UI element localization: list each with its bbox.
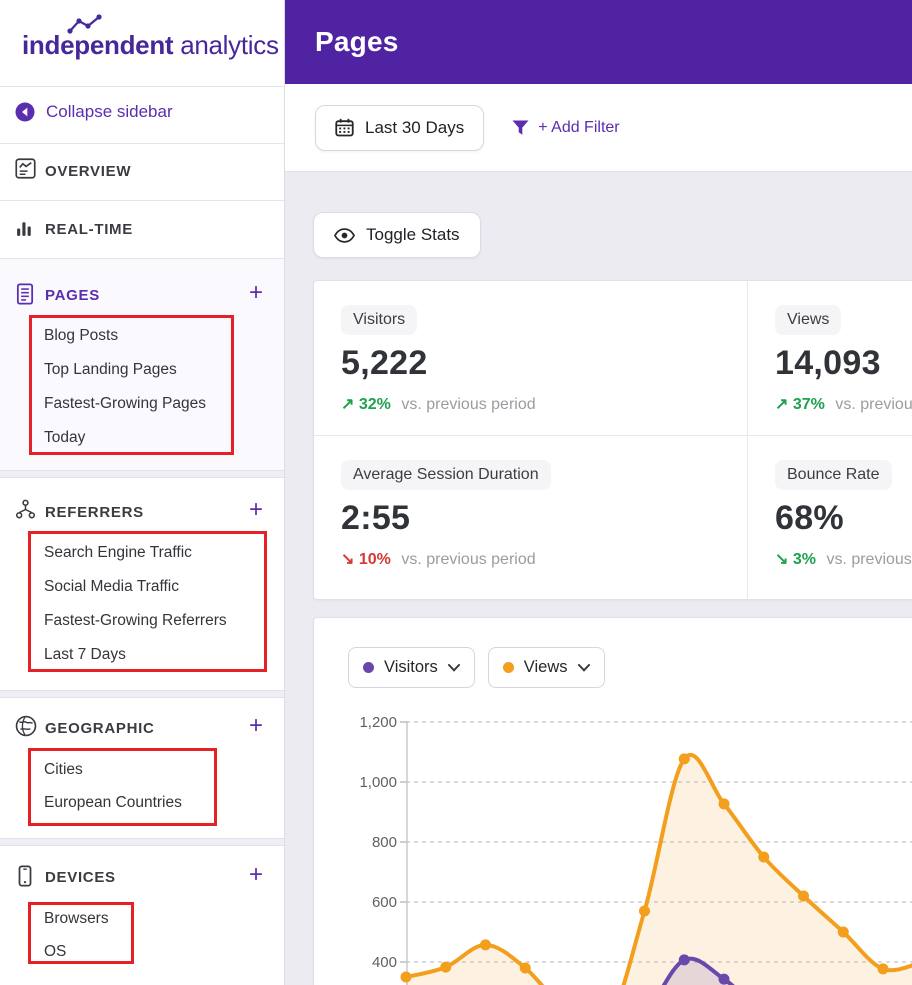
legend-visitors-dropdown[interactable]: Visitors	[348, 647, 475, 688]
sidebar-item-today[interactable]: Today	[44, 428, 85, 448]
sidebar-item-last-7-days[interactable]: Last 7 Days	[44, 645, 126, 665]
add-geographic-view-button[interactable]: +	[244, 714, 268, 738]
stat-card-bounce-rate: Bounce Rate 68% ↘ 3% vs. previous period	[748, 436, 912, 599]
add-pages-view-button[interactable]: +	[244, 281, 268, 305]
chevron-down-icon	[578, 664, 590, 672]
sidebar-item-overview[interactable]: OVERVIEW	[45, 163, 131, 180]
stat-value: 2:55	[341, 499, 747, 538]
stat-value: 68%	[775, 499, 912, 538]
stat-change: ↗ 32%	[341, 396, 391, 413]
sidebar-item-geographic[interactable]: GEOGRAPHIC	[45, 720, 155, 737]
add-filter-button[interactable]: + Add Filter	[512, 119, 619, 137]
sidebar-item-european-countries[interactable]: European Countries	[44, 793, 182, 813]
collapse-arrow-icon	[15, 102, 35, 122]
stat-compare: vs. previous period	[401, 551, 535, 568]
sidebar-item-fastest-growing-pages[interactable]: Fastest-Growing Pages	[44, 394, 206, 414]
stat-value: 14,093	[775, 344, 912, 383]
stat-card-visitors: Visitors 5,222 ↗ 32% vs. previous period	[314, 281, 748, 436]
logo-word-bold: independent	[22, 30, 173, 60]
stat-compare: vs. previous period	[826, 551, 912, 568]
trend-up-icon: ↗	[775, 396, 788, 413]
legend-views-label: Views	[524, 658, 568, 677]
sidebar-item-realtime[interactable]: REAL-TIME	[45, 221, 133, 238]
toggle-stats-button[interactable]: Toggle Stats	[313, 212, 481, 258]
svg-text:1,000: 1,000	[359, 774, 397, 791]
realtime-icon	[15, 217, 36, 238]
stat-card-views: Views 14,093 ↗ 37% vs. previous period	[748, 281, 912, 436]
date-range-label: Last 30 Days	[365, 118, 464, 138]
sidebar-item-os[interactable]: OS	[44, 942, 66, 962]
stat-change: ↘ 3%	[775, 551, 816, 568]
trend-down-icon: ↘	[775, 551, 788, 568]
geographic-icon	[15, 715, 37, 737]
collapse-sidebar-button[interactable]: Collapse sidebar	[15, 102, 173, 122]
trend-up-icon: ↗	[341, 396, 354, 413]
stat-compare: vs. previous period	[401, 396, 535, 413]
stat-change-row: ↘ 3% vs. previous period	[775, 549, 912, 569]
devices-icon	[15, 865, 35, 887]
stat-label: Views	[775, 305, 841, 335]
trend-down-icon: ↘	[341, 551, 354, 568]
stat-label: Bounce Rate	[775, 460, 892, 490]
stat-card-session-duration: Average Session Duration 2:55 ↘ 10% vs. …	[314, 436, 748, 599]
referrers-icon	[15, 499, 36, 520]
sidebar: independent analytics Collapse sidebar O…	[0, 0, 285, 985]
toggle-stats-label: Toggle Stats	[366, 225, 460, 245]
sidebar-item-browsers[interactable]: Browsers	[44, 909, 109, 929]
add-referrers-view-button[interactable]: +	[244, 498, 268, 522]
stats-panel: Visitors 5,222 ↗ 32% vs. previous period…	[313, 280, 912, 600]
chart-legend: Visitors Views	[348, 647, 912, 688]
logo-word-light: analytics	[180, 30, 278, 60]
page-header: Pages	[285, 0, 912, 84]
legend-views-dropdown[interactable]: Views	[488, 647, 605, 688]
collapse-sidebar-label: Collapse sidebar	[46, 102, 173, 122]
add-filter-label: + Add Filter	[538, 119, 619, 137]
app-logo: independent analytics	[22, 30, 279, 61]
funnel-icon	[512, 120, 529, 136]
sidebar-item-top-landing-pages[interactable]: Top Landing Pages	[44, 360, 177, 380]
stat-label: Average Session Duration	[341, 460, 551, 490]
toolbar: Last 30 Days + Add Filter	[285, 84, 912, 172]
svg-text:600: 600	[372, 894, 397, 911]
sidebar-item-fastest-growing-referrers[interactable]: Fastest-Growing Referrers	[44, 611, 227, 631]
stat-label: Visitors	[341, 305, 417, 335]
sidebar-item-referrers[interactable]: REFERRERS	[45, 504, 144, 521]
svg-text:800: 800	[372, 834, 397, 851]
stat-change-row: ↗ 37% vs. previous period	[775, 394, 912, 414]
views-color-dot	[503, 662, 514, 673]
visitors-color-dot	[363, 662, 374, 673]
sidebar-item-pages[interactable]: PAGES	[45, 287, 100, 304]
pages-icon	[15, 283, 35, 305]
svg-text:1,200: 1,200	[359, 714, 397, 731]
overview-icon	[15, 158, 36, 179]
main-area: Pages Last 30 Days + Add Filter	[285, 0, 912, 985]
content-area: Toggle Stats Visitors 5,222 ↗ 32% vs. pr…	[285, 172, 912, 985]
sidebar-item-blog-posts[interactable]: Blog Posts	[44, 326, 118, 346]
traffic-line-chart: 1,200 1,000 800 600 400	[348, 713, 912, 985]
date-range-button[interactable]: Last 30 Days	[315, 105, 484, 151]
eye-icon	[334, 228, 355, 243]
legend-visitors-label: Visitors	[384, 658, 438, 677]
page-title: Pages	[315, 26, 399, 58]
sidebar-item-social-media-traffic[interactable]: Social Media Traffic	[44, 577, 179, 597]
stat-change: ↘ 10%	[341, 551, 391, 568]
stat-change-row: ↘ 10% vs. previous period	[341, 549, 747, 569]
svg-text:400: 400	[372, 954, 397, 971]
sidebar-item-devices[interactable]: DEVICES	[45, 869, 116, 886]
stat-change-row: ↗ 32% vs. previous period	[341, 394, 747, 414]
stat-change: ↗ 37%	[775, 396, 825, 413]
traffic-chart-card: Visitors Views 1,200 1,000 800 600 400	[313, 617, 912, 985]
calendar-icon	[335, 118, 354, 137]
stat-compare: vs. previous period	[835, 396, 912, 413]
sidebar-item-cities[interactable]: Cities	[44, 760, 83, 780]
chevron-down-icon	[448, 664, 460, 672]
add-devices-view-button[interactable]: +	[244, 863, 268, 887]
sidebar-item-search-engine-traffic[interactable]: Search Engine Traffic	[44, 543, 192, 563]
stat-value: 5,222	[341, 344, 747, 383]
